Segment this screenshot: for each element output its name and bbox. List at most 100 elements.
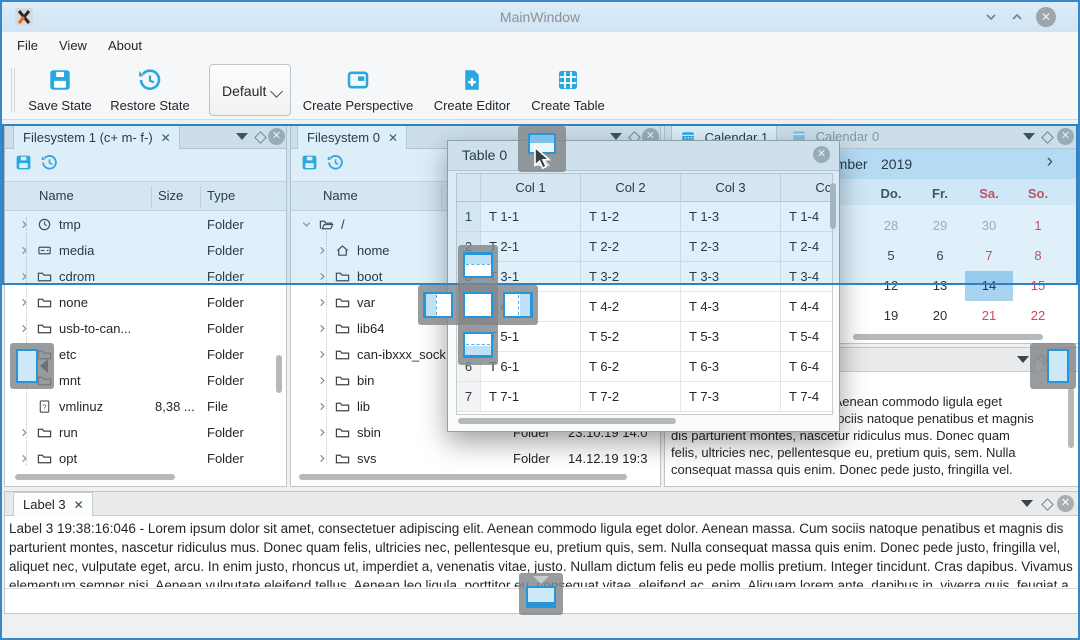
table-cell[interactable]: T 4-4 [781, 292, 833, 322]
create-table-icon [556, 68, 580, 92]
create-perspective-icon [346, 68, 370, 92]
folder-icon [335, 399, 350, 414]
table-row-header[interactable]: 7 [457, 382, 481, 412]
table-cell[interactable]: T 4-3 [681, 292, 781, 322]
create-editor-button[interactable]: Create Editor [426, 64, 518, 116]
toolbar-handle[interactable] [11, 68, 12, 112]
calendar-day[interactable]: 19 [867, 301, 915, 331]
dock-split-bottom-icon[interactable] [463, 332, 493, 358]
table-cell[interactable]: T 7-2 [581, 382, 681, 412]
tree-row[interactable]: ?vmlinuz8,38 ...File [5, 394, 286, 420]
tree-item-name: var [357, 295, 375, 310]
calendar-day[interactable]: 22 [1014, 301, 1062, 331]
calendar-day[interactable]: 21 [965, 301, 1013, 331]
table-cell[interactable]: T 5-2 [581, 322, 681, 352]
tree-item-type: Folder [207, 295, 244, 310]
minimize-icon[interactable] [984, 10, 1000, 26]
create-perspective-label: Create Perspective [299, 98, 417, 113]
tree-row[interactable]: svsFolder14.12.19 19:3 [291, 446, 660, 472]
horizontal-scrollbar[interactable] [458, 418, 676, 424]
horizontal-scrollbar[interactable] [15, 474, 175, 480]
maximize-icon[interactable] [1010, 10, 1026, 26]
chevron-collapsed-icon[interactable] [317, 323, 328, 334]
tree-row[interactable]: usb-to-can...Folder [5, 316, 286, 342]
text-line: consequat massa quis enim. Donec pede ju… [671, 461, 1065, 478]
dock-center-tab-icon[interactable] [463, 292, 493, 318]
restore-state-button[interactable]: Restore State [104, 64, 196, 116]
chevron-collapsed-icon[interactable] [317, 401, 328, 412]
folder-icon [37, 321, 52, 336]
window-titlebar[interactable]: MainWindow ✕ [2, 2, 1078, 32]
horizontal-scrollbar[interactable] [853, 334, 1043, 340]
perspective-combobox-value: Default [222, 83, 266, 99]
folder-icon [37, 425, 52, 440]
panel-label3-titlebar[interactable]: Label 3✕ ✕ [5, 492, 1079, 516]
restore-icon [138, 68, 162, 92]
chevron-collapsed-icon[interactable] [317, 375, 328, 386]
chevron-collapsed-icon[interactable] [317, 297, 328, 308]
tree-item-type: Folder [207, 451, 244, 466]
tree-item-size: 8,38 ... [155, 399, 195, 414]
chevron-collapsed-icon[interactable] [317, 427, 328, 438]
table-cell[interactable]: T 7-4 [781, 382, 833, 412]
arrow-right-icon [1036, 359, 1044, 373]
window-title: MainWindow [2, 9, 1078, 25]
table-cell[interactable]: T 5-3 [681, 322, 781, 352]
chevron-collapsed-icon[interactable] [19, 427, 30, 438]
tree-row[interactable]: runFolder [5, 420, 286, 446]
tree-row[interactable]: optFolder [5, 446, 286, 472]
folder-icon [335, 373, 350, 388]
chevron-collapsed-icon[interactable] [317, 453, 328, 464]
create-perspective-button[interactable]: Create Perspective [299, 64, 417, 116]
folder-icon [335, 295, 350, 310]
save-state-button[interactable]: Save State [22, 64, 98, 116]
dock-split-top-icon[interactable] [463, 252, 493, 278]
table-cell[interactable]: T 5-4 [781, 322, 833, 352]
panel-float-icon[interactable] [1041, 498, 1054, 511]
vertical-scrollbar[interactable] [276, 355, 282, 393]
table-cell[interactable]: T 6-3 [681, 352, 781, 382]
dock-bottom-indicator-icon[interactable] [519, 573, 563, 615]
dock-left-indicator-icon[interactable] [10, 343, 54, 389]
chevron-collapsed-icon[interactable] [19, 453, 30, 464]
text-line: felis, ultricies nec, pellentesque eu, p… [671, 444, 1065, 461]
folder-icon [335, 451, 350, 466]
menu-file[interactable]: File [17, 38, 38, 53]
menu-view[interactable]: View [59, 38, 87, 53]
horizontal-scrollbar[interactable] [299, 474, 627, 480]
panel-menu-icon[interactable] [1017, 356, 1029, 363]
tree-item-type: Folder [513, 451, 550, 466]
perspective-combobox[interactable]: Default [209, 64, 291, 116]
folder-icon [37, 451, 52, 466]
tree-item-name: none [59, 295, 88, 310]
dock-split-left-icon[interactable] [423, 292, 453, 318]
tab-close-icon[interactable]: ✕ [74, 498, 84, 512]
tree-item-type: Folder [207, 425, 244, 440]
tree-row[interactable]: none Folder [5, 290, 286, 316]
menu-about[interactable]: About [108, 38, 142, 53]
tree-item-type: File [207, 399, 228, 414]
table-cell[interactable]: T 7-1 [481, 382, 581, 412]
calendar-day[interactable]: 20 [916, 301, 964, 331]
tree-item-name: lib64 [357, 321, 384, 336]
arrow-left-icon [40, 359, 48, 373]
chevron-collapsed-icon[interactable] [19, 323, 30, 334]
chevron-collapsed-icon[interactable] [317, 349, 328, 360]
create-table-label: Create Table [524, 98, 612, 113]
create-editor-label: Create Editor [426, 98, 518, 113]
dock-right-indicator-icon[interactable] [1030, 343, 1076, 389]
table-cell[interactable]: T 6-2 [581, 352, 681, 382]
table-cell[interactable]: T 6-4 [781, 352, 833, 382]
chevron-collapsed-icon[interactable] [19, 297, 30, 308]
panel-close-icon[interactable]: ✕ [1057, 495, 1074, 512]
table-cell[interactable]: T 7-3 [681, 382, 781, 412]
toolbar-handle[interactable] [14, 68, 15, 112]
dock-split-right-icon[interactable] [503, 292, 533, 318]
tab-label3[interactable]: Label 3✕ [13, 492, 93, 516]
create-table-button[interactable]: Create Table [524, 64, 612, 116]
close-icon[interactable]: ✕ [1036, 7, 1056, 27]
panel-menu-icon[interactable] [1021, 500, 1033, 507]
vertical-scrollbar[interactable] [1068, 388, 1074, 448]
save-icon [48, 68, 72, 92]
table-cell[interactable]: T 4-2 [581, 292, 681, 322]
